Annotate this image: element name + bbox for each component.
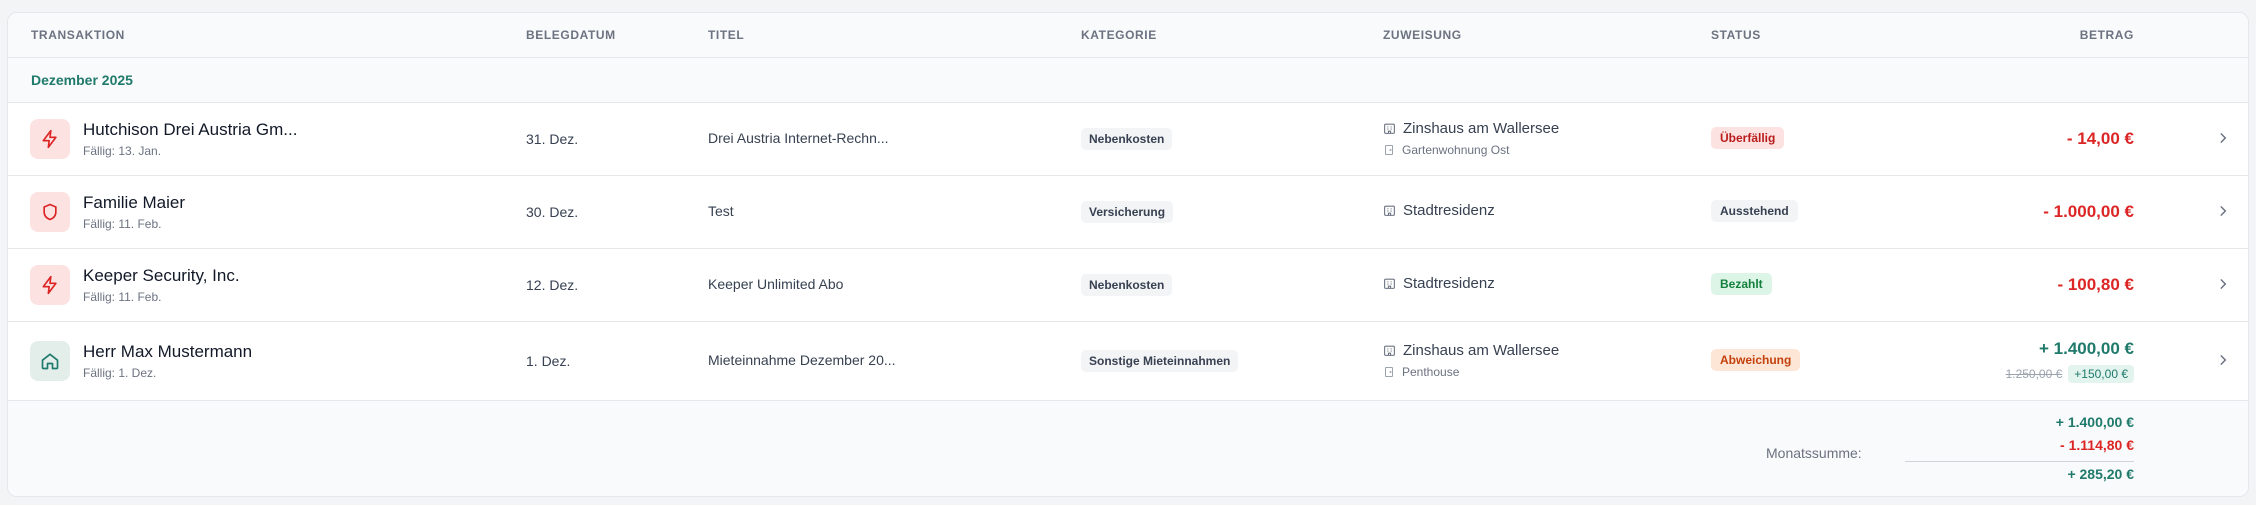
header-status[interactable]: STATUS: [1711, 28, 1761, 42]
transaction-amount: + 1.400,00 €: [2038, 339, 2134, 358]
transaction-name: Keeper Security, Inc.: [83, 266, 240, 285]
transaction-name: Hutchison Drei Austria Gm...: [83, 120, 298, 139]
transaction-due: Fällig: 11. Feb.: [83, 290, 162, 304]
summary-label: Monatssumme:: [1766, 445, 1862, 461]
assignment-property-label: Stadtresidenz: [1403, 275, 1495, 292]
header-kategorie[interactable]: KATEGORIE: [1081, 28, 1157, 42]
transaction-amount: - 14,00 €: [2066, 129, 2134, 148]
table-row[interactable]: Hutchison Drei Austria Gm... Fällig: 13.…: [8, 103, 2248, 176]
chevron-right-icon[interactable]: [2216, 204, 2230, 218]
original-amount: 1.250,00 €: [2005, 367, 2063, 381]
building-icon: [1384, 278, 1395, 289]
header-transaktion[interactable]: TRANSAKTION: [31, 28, 125, 42]
transaction-title: Keeper Unlimited Abo: [708, 276, 844, 292]
status-badge: Ausstehend: [1711, 200, 1798, 222]
assignment-property-label: Zinshaus am Wallersee: [1403, 342, 1560, 359]
transaction-due: Fällig: 13. Jan.: [83, 144, 162, 158]
transaction-date: 30. Dez.: [526, 204, 579, 220]
assignment-unit: Gartenwohnung Ost: [1383, 143, 1509, 157]
difference-badge: +150,00 €: [2068, 365, 2134, 383]
assignment-property: Stadtresidenz: [1383, 275, 1495, 292]
assignment-unit-label: Gartenwohnung Ost: [1402, 143, 1510, 157]
header-belegdatum[interactable]: BELEGDATUM: [526, 28, 616, 42]
transaction-date: 1. Dez.: [526, 353, 571, 369]
assignment-property: Stadtresidenz: [1383, 202, 1495, 219]
transaction-amount: - 100,80 €: [2057, 275, 2134, 294]
transaction-title: Drei Austria Internet-Rechn...: [708, 130, 889, 146]
summary-divider: [1905, 461, 2134, 462]
category-badge: Sonstige Mieteinnahmen: [1081, 350, 1239, 372]
status-badge: Überfällig: [1711, 127, 1785, 149]
chevron-right-icon[interactable]: [2216, 131, 2230, 145]
summary-total: + 285,20 €: [2067, 466, 2134, 482]
transaction-title: Mieteinnahme Dezember 20...: [708, 352, 896, 368]
transaction-due: Fällig: 11. Feb.: [83, 217, 162, 231]
chevron-right-icon[interactable]: [2216, 353, 2230, 367]
door-icon: [1385, 367, 1393, 377]
assignment-property: Zinshaus am Wallersee: [1383, 120, 1559, 137]
door-icon: [1385, 145, 1393, 155]
status-badge: Bezahlt: [1711, 273, 1772, 295]
transaction-name: Familie Maier: [83, 193, 186, 212]
bolt-icon: [30, 119, 70, 159]
table-row[interactable]: Herr Max Mustermann Fällig: 1. Dez. 1. D…: [8, 322, 2248, 401]
table-row[interactable]: Keeper Security, Inc. Fällig: 11. Feb. 1…: [8, 249, 2248, 322]
building-icon: [1384, 123, 1395, 134]
header-titel[interactable]: TITEL: [708, 28, 744, 42]
chevron-right-icon[interactable]: [2216, 277, 2230, 291]
table-row[interactable]: Familie Maier Fällig: 11. Feb. 30. Dez. …: [8, 176, 2248, 249]
month-group-header: Dezember 2025: [8, 58, 2248, 103]
assignment-unit: Penthouse: [1383, 365, 1459, 379]
transaction-amount: - 1.000,00 €: [2043, 202, 2134, 221]
summary-expenses: - 1.114,80 €: [2060, 437, 2134, 453]
transaction-title: Test: [708, 203, 734, 219]
month-summary: Monatssumme: + 1.400,00 € - 1.114,80 € +…: [8, 401, 2248, 496]
building-icon: [1384, 205, 1395, 216]
assignment-property: Zinshaus am Wallersee: [1383, 342, 1559, 359]
category-badge: Versicherung: [1081, 201, 1174, 223]
assignment-property-label: Stadtresidenz: [1403, 202, 1495, 219]
header-betrag[interactable]: BETRAG: [2080, 28, 2134, 42]
header-zuweisung[interactable]: ZUWEISUNG: [1383, 28, 1462, 42]
transaction-date: 12. Dez.: [526, 277, 579, 293]
amount-deviation: 1.250,00 € +150,00 €: [2006, 365, 2134, 383]
table-header: TRANSAKTION BELEGDATUM TITEL KATEGORIE Z…: [8, 13, 2248, 58]
category-badge: Nebenkosten: [1081, 274, 1173, 296]
month-group-label: Dezember 2025: [31, 72, 133, 88]
transaction-due: Fällig: 1. Dez.: [83, 366, 157, 380]
summary-income: + 1.400,00 €: [2055, 414, 2134, 430]
assignment-unit-label: Penthouse: [1402, 365, 1460, 379]
assignment-property-label: Zinshaus am Wallersee: [1403, 120, 1560, 137]
bolt-icon: [30, 265, 70, 305]
shield-icon: [30, 192, 70, 232]
home-icon: [30, 341, 70, 381]
transactions-card: TRANSAKTION BELEGDATUM TITEL KATEGORIE Z…: [7, 12, 2249, 497]
status-badge: Abweichung: [1711, 349, 1801, 371]
category-badge: Nebenkosten: [1081, 128, 1173, 150]
transaction-name: Herr Max Mustermann: [83, 342, 253, 361]
transaction-date: 31. Dez.: [526, 131, 579, 147]
building-icon: [1384, 345, 1395, 356]
